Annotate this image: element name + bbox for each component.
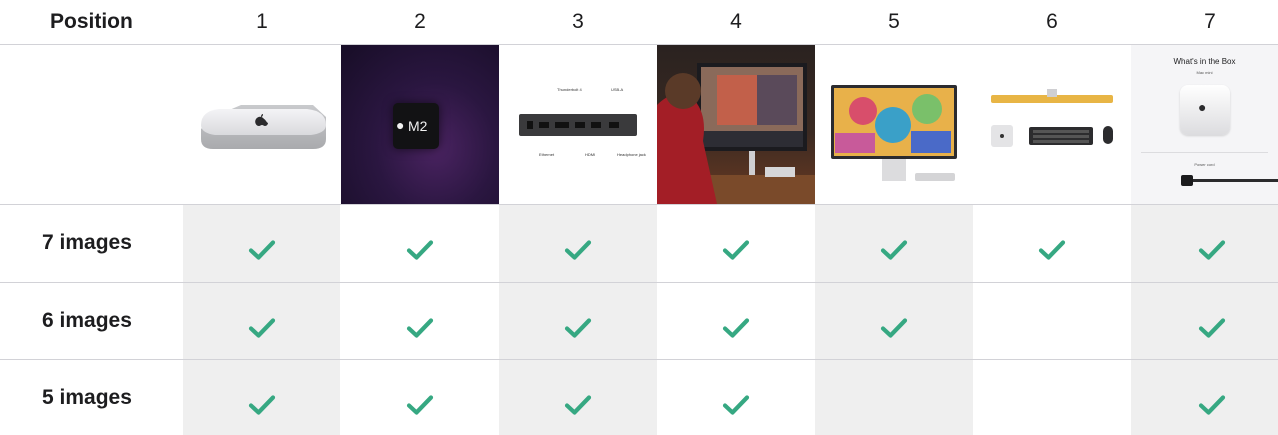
mac-mini-illustration <box>201 105 326 149</box>
box-title: What's in the Box <box>1173 57 1236 66</box>
port-label-headphone: Headphone jack <box>617 152 646 157</box>
checkmark-icon <box>721 316 751 340</box>
header-row: Position 1 2 3 4 5 6 7 <box>0 0 1278 44</box>
row-label-7-images: 7 images <box>42 231 132 254</box>
port-label-usba: USB-A <box>611 87 624 92</box>
image-lifestyle-photo <box>657 45 815 204</box>
accessories-illustration <box>991 89 1113 147</box>
checkmark-icon <box>563 393 593 417</box>
studio-display-illustration <box>831 85 957 181</box>
checkmark-icon <box>563 238 593 262</box>
image-studio-display <box>815 45 973 204</box>
position-7: 7 <box>1204 10 1216 33</box>
apple-logo-icon: ● <box>1198 99 1207 115</box>
box-subtitle: Mac mini <box>1196 70 1213 75</box>
position-6: 6 <box>1046 10 1058 33</box>
row-divider-1 <box>0 282 1278 283</box>
person-at-display-illustration <box>657 63 815 204</box>
row-divider-2 <box>0 359 1278 360</box>
checkmark-icon <box>1197 316 1227 340</box>
checkmark-icon <box>879 316 909 340</box>
checkmark-icon <box>879 238 909 262</box>
box-mac-mini: ● <box>1180 85 1230 135</box>
image-ports-diagram: Thunderbolt 4 USB-A Ethernet HDMI Headph… <box>499 45 657 204</box>
checkmark-icon <box>405 316 435 340</box>
ports-back-panel <box>519 114 637 136</box>
checkmark-icon <box>1197 238 1227 262</box>
checkmark-icon <box>247 316 277 340</box>
apple-logo-icon: ● <box>396 117 405 133</box>
checkmark-icon <box>405 238 435 262</box>
image-accessories <box>973 45 1131 204</box>
position-2: 2 <box>414 10 426 33</box>
checkmark-icon <box>247 393 277 417</box>
m2-chip-label: M2 <box>408 118 428 134</box>
checkmark-icon <box>405 393 435 417</box>
checkmark-icon <box>1037 238 1067 262</box>
position-1: 1 <box>256 10 268 33</box>
port-label-ethernet: Ethernet <box>539 152 555 157</box>
position-5: 5 <box>888 10 900 33</box>
image-whats-in-the-box: What's in the Box Mac mini ● Power cord <box>1131 45 1278 204</box>
power-plug <box>1181 175 1193 186</box>
position-3: 3 <box>572 10 584 33</box>
position-label: Position <box>50 10 133 33</box>
checkmark-icon <box>563 316 593 340</box>
checkmark-icon <box>1197 393 1227 417</box>
image-m2-chip: ● M2 <box>341 45 499 204</box>
checkmark-icon <box>247 238 277 262</box>
port-label-hdmi: HDMI <box>585 152 596 157</box>
row-label-6-images: 6 images <box>42 309 132 332</box>
checkmark-icon <box>721 238 751 262</box>
position-4: 4 <box>730 10 742 33</box>
box-cord-label: Power cord <box>1194 162 1215 167</box>
checkmark-icon <box>721 393 751 417</box>
image-mac-mini <box>183 45 340 204</box>
port-label-thunderbolt: Thunderbolt 4 <box>557 87 582 92</box>
power-cord <box>1191 179 1278 182</box>
row-label-5-images: 5 images <box>42 386 132 409</box>
m2-chip: ● M2 <box>393 103 439 149</box>
